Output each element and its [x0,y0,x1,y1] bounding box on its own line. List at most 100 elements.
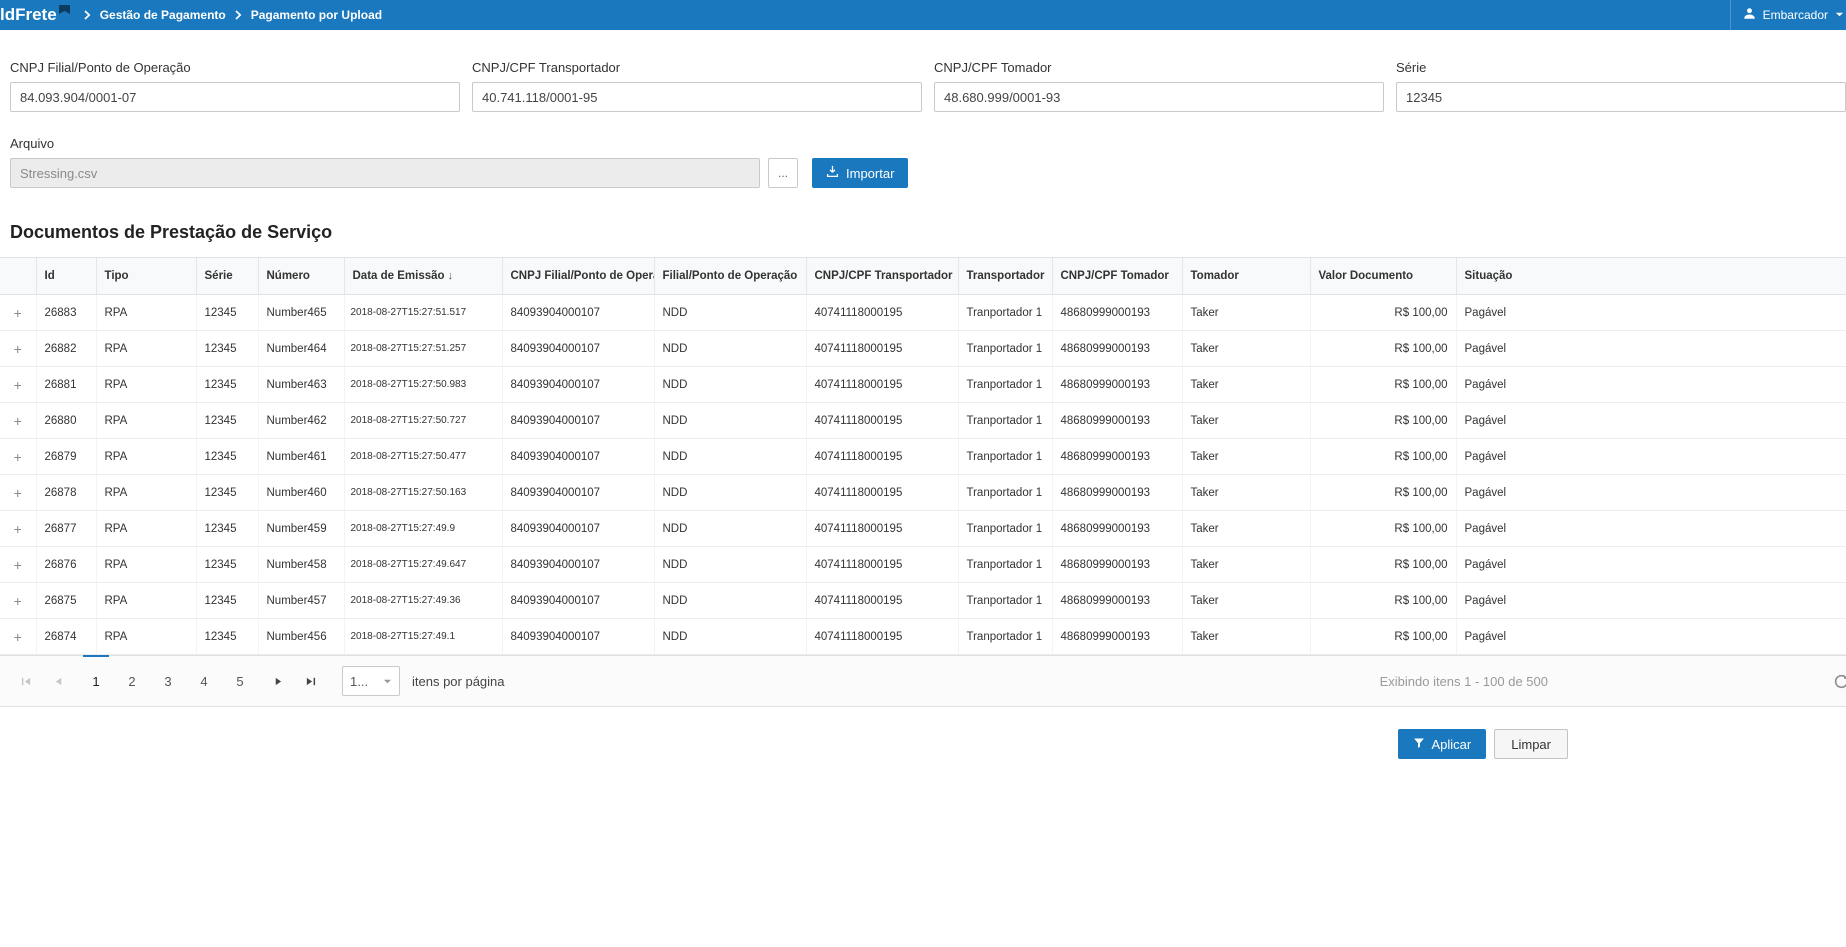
cell-transportador: Tranportador 1 [958,583,1052,619]
expand-row-button[interactable]: + [0,403,36,439]
browse-file-button[interactable]: ... [768,158,798,188]
expand-row-button[interactable]: + [0,475,36,511]
column-header-tipo[interactable]: Tipo [96,258,196,295]
expand-row-button[interactable]: + [0,439,36,475]
form-actions: Aplicar Limpar [0,729,1846,759]
pager-page-5[interactable]: 5 [222,655,258,707]
cell-cnpj_filial: 84093904000107 [502,331,654,367]
breadcrumb-gestao-de-pagamento[interactable]: Gestão de Pagamento [100,8,226,22]
pager-last-button[interactable] [294,665,326,697]
refresh-icon[interactable] [1829,669,1846,693]
expand-row-button[interactable]: + [0,367,36,403]
column-header-serie[interactable]: Série [196,258,258,295]
cnpj-transportador-input[interactable] [472,82,922,112]
page-size-select[interactable]: 1... [342,666,400,696]
pager-next-button[interactable] [262,665,294,697]
cnpj-tomador-input[interactable] [934,82,1384,112]
cell-valor: R$ 100,00 [1310,367,1456,403]
cell-serie: 12345 [196,331,258,367]
main-content: CNPJ Filial/Ponto de Operação CNPJ/CPF T… [0,60,1846,759]
cell-tomador: Taker [1182,583,1310,619]
clear-button[interactable]: Limpar [1494,729,1568,759]
pager-page-3[interactable]: 3 [150,655,186,707]
expand-row-button[interactable]: + [0,295,36,331]
cell-cnpj_tomador: 48680999000193 [1052,331,1182,367]
expand-row-button[interactable]: + [0,331,36,367]
cell-numero: Number463 [258,367,344,403]
app-logo-text: ldFrete [0,1,57,29]
app-logo[interactable]: ldFrete [0,1,70,29]
pager-page-2[interactable]: 2 [114,655,150,707]
logo-flag-icon [59,5,70,18]
cell-id: 26874 [36,619,96,655]
cell-situacao: Pagável [1456,619,1846,655]
cell-situacao: Pagável [1456,403,1846,439]
cell-data_emissao: 2018-08-27T15:27:50.727 [344,403,502,439]
import-button[interactable]: Importar [812,158,908,188]
expand-row-button[interactable]: + [0,583,36,619]
cell-cnpj_tomador: 48680999000193 [1052,475,1182,511]
grid-section-title: Documentos de Prestação de Serviço [0,222,1846,243]
column-header-transportador[interactable]: Transportador [958,258,1052,295]
cell-id: 26882 [36,331,96,367]
table-row: +26874RPA12345Number4562018-08-27T15:27:… [0,619,1846,655]
column-header-situacao[interactable]: Situação [1456,258,1846,295]
cell-cnpj_tomador: 48680999000193 [1052,583,1182,619]
column-header-id[interactable]: Id [36,258,96,295]
filter-icon [1413,737,1425,752]
cell-id: 26883 [36,295,96,331]
user-menu-label: Embarcador [1763,8,1828,22]
cnpj-tomador-label: CNPJ/CPF Tomador [934,60,1384,75]
cell-transportador: Tranportador 1 [958,439,1052,475]
cell-valor: R$ 100,00 [1310,583,1456,619]
cnpj-filial-input[interactable] [10,82,460,112]
cell-filial: NDD [654,331,806,367]
arquivo-input[interactable] [10,158,760,188]
chevron-right-icon [235,10,242,20]
column-header-tomador[interactable]: Tomador [1182,258,1310,295]
cell-numero: Number459 [258,511,344,547]
column-header-cnpj_transportador[interactable]: CNPJ/CPF Transportador [806,258,958,295]
cell-cnpj_tomador: 48680999000193 [1052,547,1182,583]
pager-first-button[interactable] [10,665,42,697]
cell-tipo: RPA [96,511,196,547]
column-header-cnpj_tomador[interactable]: CNPJ/CPF Tomador [1052,258,1182,295]
column-header-valor[interactable]: Valor Documento [1310,258,1456,295]
cnpj-filial-label: CNPJ Filial/Ponto de Operação [10,60,460,75]
cell-transportador: Tranportador 1 [958,367,1052,403]
expand-row-button[interactable]: + [0,619,36,655]
column-header-filial[interactable]: Filial/Ponto de Operação [654,258,806,295]
expand-row-button[interactable]: + [0,511,36,547]
column-header-numero[interactable]: Número [258,258,344,295]
user-menu[interactable]: Embarcador [1730,0,1846,30]
breadcrumb: Gestão de Pagamento Pagamento por Upload [84,8,382,22]
expand-row-button[interactable]: + [0,547,36,583]
cell-tomador: Taker [1182,367,1310,403]
serie-input[interactable] [1396,82,1846,112]
pager-page-1[interactable]: 1 [78,655,114,707]
cell-tomador: Taker [1182,295,1310,331]
table-row: +26881RPA12345Number4632018-08-27T15:27:… [0,367,1846,403]
cell-valor: R$ 100,00 [1310,475,1456,511]
cell-cnpj_transportador: 40741118000195 [806,619,958,655]
cell-cnpj_tomador: 48680999000193 [1052,403,1182,439]
cell-valor: R$ 100,00 [1310,403,1456,439]
cell-transportador: Tranportador 1 [958,511,1052,547]
cell-tomador: Taker [1182,331,1310,367]
column-header-data_emissao[interactable]: Data de Emissão↓ [344,258,502,295]
cell-tipo: RPA [96,403,196,439]
pager-previous-button[interactable] [42,665,74,697]
table-row: +26877RPA12345Number4592018-08-27T15:27:… [0,511,1846,547]
pager-page-4[interactable]: 4 [186,655,222,707]
cell-valor: R$ 100,00 [1310,439,1456,475]
column-header-cnpj_filial[interactable]: CNPJ Filial/Ponto de Operaç... [502,258,654,295]
page-size-value: 1... [350,674,368,689]
pager-status: Exibindo itens 1 - 100 de 500 [1380,674,1548,689]
breadcrumb-pagamento-por-upload[interactable]: Pagamento por Upload [251,8,382,22]
cell-numero: Number460 [258,475,344,511]
cell-numero: Number458 [258,547,344,583]
cell-transportador: Tranportador 1 [958,475,1052,511]
field-cnpj-filial: CNPJ Filial/Ponto de Operação [10,60,460,112]
cell-numero: Number465 [258,295,344,331]
apply-button[interactable]: Aplicar [1398,729,1487,759]
